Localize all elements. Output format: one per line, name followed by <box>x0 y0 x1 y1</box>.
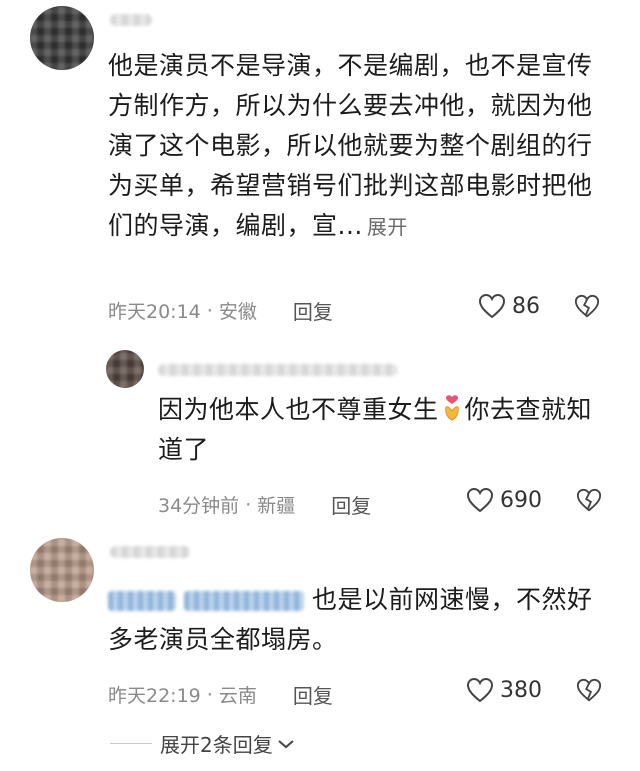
heart-hands-emoji <box>444 395 459 421</box>
dislike-broken-heart-icon[interactable] <box>576 677 602 703</box>
chevron-down-icon <box>278 739 294 748</box>
comment-meta: 昨天22:19 · 云南 回复 <box>108 680 333 709</box>
username-blurred[interactable] <box>110 14 152 26</box>
like-count: 690 <box>500 487 542 513</box>
avatar[interactable] <box>30 6 94 70</box>
reply-button[interactable]: 回复 <box>293 296 333 325</box>
mention-blurred[interactable] <box>184 591 304 611</box>
like-count: 380 <box>500 677 542 703</box>
expand-replies-label: 展开2条回复 <box>160 733 273 757</box>
divider-line <box>110 743 152 744</box>
mention-blurred[interactable] <box>108 591 176 611</box>
dislike-broken-heart-icon[interactable] <box>576 487 602 513</box>
comment-stats: 380 <box>466 677 602 703</box>
comment-text: 也是以前网速慢，不然好 多老演员全都塌房。 <box>108 585 593 654</box>
expand-replies-button[interactable]: 展开2条回复 <box>110 729 295 758</box>
expand-link[interactable]: 展开 <box>367 215 408 239</box>
like-heart-icon[interactable] <box>466 677 494 703</box>
comment-text: 因为他本人也不尊重女生 你去查就知 道了 <box>158 395 593 464</box>
separator: · <box>206 683 213 706</box>
comment-stats: 86 <box>478 293 600 319</box>
comment-text: 他是演员不是导演，不是编剧，也不是宣传 方制作方，所以为什么要去冲他，就因为他 … <box>108 51 593 240</box>
location: 安徽 <box>218 301 257 323</box>
timestamp: 昨天20:14 <box>108 301 201 323</box>
like-heart-icon[interactable] <box>478 293 506 319</box>
comment: 他是演员不是导演，不是编剧，也不是宣传 方制作方，所以为什么要去冲他，就因为他 … <box>0 0 640 330</box>
avatar[interactable] <box>30 538 94 602</box>
reply-comment: 因为他本人也不尊重女生 你去查就知 道了 34分钟前 · 新疆 回复 690 <box>0 330 640 520</box>
like-count: 86 <box>512 293 540 319</box>
separator: · <box>245 493 252 516</box>
timestamp: 34分钟前 <box>158 495 240 517</box>
avatar[interactable] <box>106 350 144 388</box>
username-blurred[interactable] <box>158 364 398 376</box>
reply-button[interactable]: 回复 <box>331 490 371 519</box>
username-blurred[interactable] <box>110 546 190 558</box>
separator: · <box>206 299 213 322</box>
reply-button[interactable]: 回复 <box>293 680 333 709</box>
comment-stats: 690 <box>466 487 602 513</box>
like-heart-icon[interactable] <box>466 487 494 513</box>
location: 云南 <box>218 685 257 707</box>
comment-meta: 昨天20:14 · 安徽 回复 <box>108 296 333 325</box>
comment: 也是以前网速慢，不然好 多老演员全都塌房。 昨天22:19 · 云南 回复 38… <box>0 520 640 720</box>
location: 新疆 <box>257 495 296 517</box>
dislike-broken-heart-icon[interactable] <box>574 293 600 319</box>
timestamp: 昨天22:19 <box>108 685 201 707</box>
comment-meta: 34分钟前 · 新疆 回复 <box>158 490 371 519</box>
